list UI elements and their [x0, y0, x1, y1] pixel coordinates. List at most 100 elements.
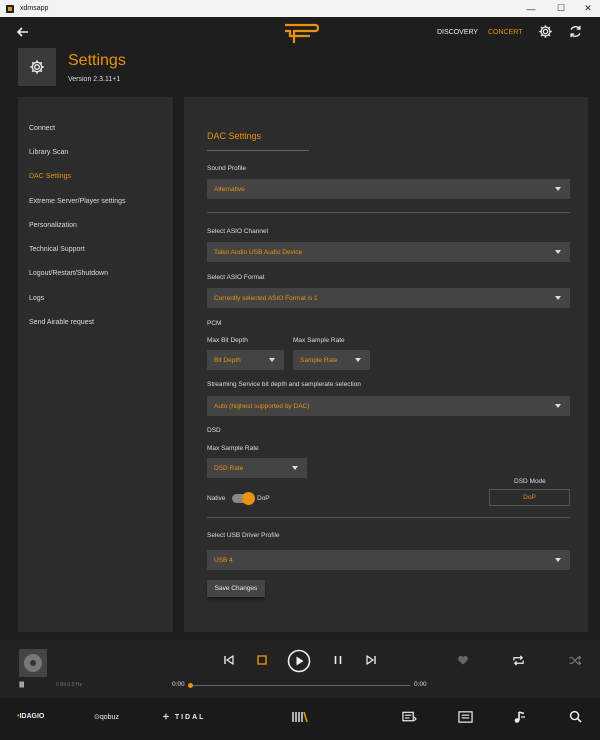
repeat-icon[interactable] — [512, 654, 525, 667]
sound-profile-label: Sound Profile — [207, 165, 247, 172]
sidebar-item-logout-restart[interactable]: Logout/Restart/Shutdown — [18, 262, 173, 286]
brand-logo-icon — [285, 23, 320, 43]
bit-depth-value: Bit Depth — [214, 356, 241, 364]
sound-profile-dropdown[interactable]: Alternative — [207, 179, 570, 199]
chevron-down-icon — [355, 358, 361, 362]
disc-icon — [24, 654, 42, 672]
heart-icon[interactable] — [457, 654, 469, 666]
library-icon[interactable] — [291, 710, 309, 724]
sidebar-item-library-scan[interactable]: Library Scan — [18, 140, 173, 164]
music-note-icon[interactable] — [513, 710, 527, 724]
album-art — [19, 649, 47, 677]
streaming-label: Streaming Service bit depth and samplera… — [207, 381, 361, 388]
sidebar-item-technical-support[interactable]: Technical Support — [18, 237, 173, 261]
app-icon — [6, 4, 14, 13]
sample-rate-value: Sample Rate — [300, 356, 338, 364]
toggle-knob — [242, 492, 255, 505]
progress-bar[interactable] — [188, 683, 410, 688]
refresh-icon[interactable] — [568, 24, 583, 39]
sidebar-item-personalization[interactable]: Personalization — [18, 213, 173, 237]
dsd-heading: DSD — [207, 427, 221, 434]
nav-concert[interactable]: CONCERT — [488, 29, 522, 36]
shuffle-icon[interactable] — [568, 654, 582, 667]
dsd-mode-display: DoP — [489, 489, 570, 506]
app-header: DISCOVERY CONCERT Settings Version 2.3.1… — [0, 17, 600, 97]
divider — [207, 517, 570, 518]
search-icon[interactable] — [569, 710, 582, 723]
qobuz-label: qobuz — [99, 714, 119, 721]
bottom-nav: •IDAGIO ⊙qobuz ✢ TIDAL — [0, 698, 600, 740]
title-underline — [207, 150, 309, 151]
stop-icon[interactable] — [256, 654, 268, 666]
sound-profile-value: Alternative — [214, 185, 245, 193]
idagio-link[interactable]: •IDAGIO — [17, 713, 44, 720]
dsd-max-sample-rate-label: Max Sample Rate — [207, 445, 259, 452]
asio-format-dropdown[interactable]: Currently selected ASIO Format is 1 — [207, 288, 570, 308]
sidebar-item-extreme-server[interactable]: Extreme Server/Player settings — [18, 189, 173, 213]
pause-icon[interactable] — [332, 654, 344, 666]
pcm-heading: PCM — [207, 320, 222, 327]
asio-format-value: Currently selected ASIO Format is 1 — [214, 294, 318, 302]
qobuz-link[interactable]: ⊙qobuz — [94, 713, 119, 721]
close-button[interactable]: ✕ — [573, 0, 600, 17]
usb-profile-label: Select USB Driver Profile — [207, 532, 280, 539]
page-title: Settings — [68, 52, 126, 69]
dsd-rate-dropdown[interactable]: DSD Rate — [207, 458, 307, 478]
asio-format-label: Select ASIO Format — [207, 274, 265, 281]
idagio-label: IDAGIO — [19, 713, 45, 720]
chevron-down-icon — [555, 250, 561, 254]
player-bar: |||||||| 0 Bit 0.0 Hz 0:00 0:00 — [0, 640, 600, 698]
version-label: Version 2.3.11+1 — [68, 76, 121, 83]
time-total: 0:00 — [414, 681, 427, 688]
play-icon[interactable] — [287, 649, 311, 673]
dsd-mode-label: DSD Mode — [514, 478, 546, 485]
asio-channel-label: Select ASIO Channel — [207, 228, 269, 235]
dsd-rate-value: DSD Rate — [214, 464, 244, 472]
native-label: Native — [207, 495, 226, 502]
max-bit-depth-label: Max Bit Depth — [207, 337, 248, 344]
bit-depth-dropdown[interactable]: Bit Depth — [207, 350, 284, 370]
native-dop-toggle[interactable] — [232, 492, 255, 505]
sidebar-item-connect[interactable]: Connect — [18, 116, 173, 140]
tidal-label: TIDAL — [174, 714, 206, 721]
pcm-max-sample-rate-label: Max Sample Rate — [293, 337, 345, 344]
sidebar-item-logs[interactable]: Logs — [18, 286, 173, 310]
divider — [207, 212, 570, 213]
chevron-down-icon — [555, 296, 561, 300]
chevron-down-icon — [555, 404, 561, 408]
save-changes-button[interactable]: Save Changes — [207, 580, 265, 597]
window-title: xdmsapp — [20, 5, 49, 12]
usb-profile-dropdown[interactable]: USB 4 — [207, 550, 570, 570]
time-elapsed: 0:00 — [172, 681, 185, 688]
tidal-mark-icon: ✢ — [163, 714, 175, 721]
settings-sidebar: Connect Library Scan DAC Settings Extrem… — [18, 97, 173, 632]
sidebar-item-airable[interactable]: Send Airable request — [18, 310, 173, 334]
streaming-dropdown[interactable]: Auto (highest supported by DAC) — [207, 396, 570, 416]
previous-icon[interactable] — [223, 654, 235, 666]
streaming-value: Auto (highest supported by DAC) — [214, 402, 310, 410]
asio-channel-dropdown[interactable]: Taiko Audio USB Audio Device — [207, 242, 570, 262]
level-meter: |||||||| — [19, 682, 25, 688]
usb-profile-value: USB 4 — [214, 556, 233, 564]
sample-rate-dropdown[interactable]: Sample Rate — [293, 350, 370, 370]
back-arrow-icon[interactable] — [16, 25, 30, 39]
chevron-down-icon — [555, 187, 561, 191]
asio-channel-value: Taiko Audio USB Audio Device — [214, 248, 303, 256]
section-title: DAC Settings — [207, 131, 262, 141]
queue-icon[interactable] — [402, 710, 417, 724]
next-icon[interactable] — [365, 654, 377, 666]
window-titlebar: xdmsapp — ☐ ✕ — [0, 0, 600, 17]
nav-discovery[interactable]: DISCOVERY — [437, 29, 478, 36]
chevron-down-icon — [555, 558, 561, 562]
maximize-button[interactable]: ☐ — [546, 0, 576, 17]
progress-handle[interactable] — [188, 683, 193, 688]
tidal-link[interactable]: ✢ TIDAL — [163, 713, 205, 721]
sidebar-item-dac-settings[interactable]: DAC Settings — [18, 165, 173, 189]
settings-icon-tile — [18, 48, 56, 86]
gear-icon[interactable] — [538, 24, 553, 39]
track-format: 0 Bit 0.0 Hz — [56, 682, 82, 688]
minimize-button[interactable]: — — [516, 0, 546, 17]
playlist-icon[interactable] — [458, 710, 473, 724]
chevron-down-icon — [269, 358, 275, 362]
dsd-mode-value: DoP — [523, 494, 536, 501]
